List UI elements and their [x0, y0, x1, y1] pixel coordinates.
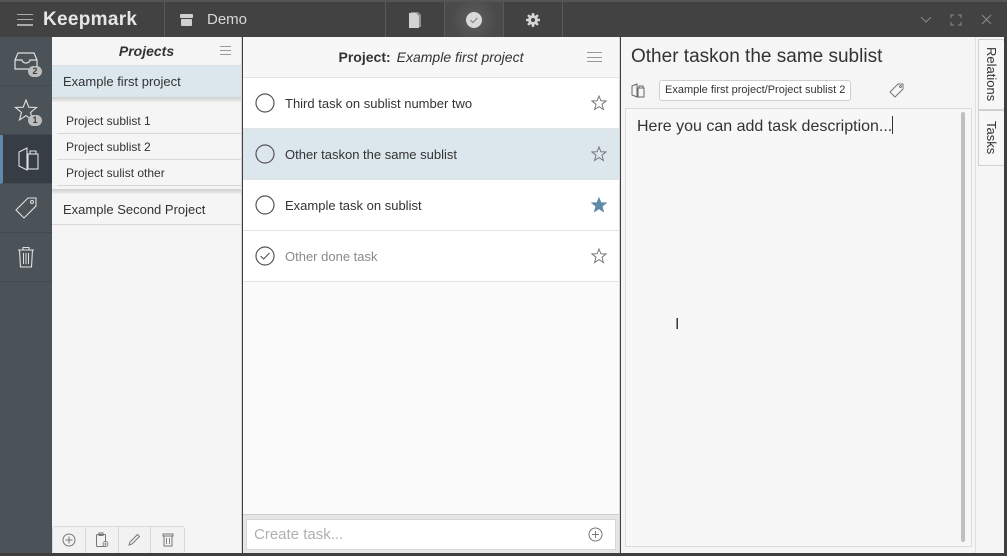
tab-side-tasks[interactable]: Tasks [978, 110, 1005, 166]
project-header-label: Project: [338, 49, 391, 65]
project-label: Example Second Project [63, 201, 206, 217]
tag-icon[interactable] [889, 83, 904, 98]
tab-side-tasks-label: Tasks [984, 121, 999, 155]
maximize-icon [950, 14, 962, 25]
projects-panel: Projects Example first project Project s… [52, 37, 242, 556]
database-selector[interactable]: Demo [165, 2, 386, 37]
add-task-icon[interactable] [588, 527, 603, 542]
task-row[interactable]: Third task on sublist number two [243, 78, 619, 129]
create-task-bar [243, 514, 619, 556]
navigation-sidebar: 2 1 [0, 37, 52, 556]
sidebar-item-tags[interactable] [0, 184, 52, 233]
plus-circle-icon [62, 533, 76, 547]
task-text: Example task on sublist [285, 197, 422, 213]
tab-tasks[interactable] [445, 2, 504, 37]
tasks-header: Project: Example first project [243, 37, 619, 78]
task-detail-panel: Other taskon the same sublist Example fi… [621, 37, 975, 556]
task-row[interactable]: Example task on sublist [243, 180, 619, 231]
tab-notes[interactable] [386, 2, 445, 37]
sublist-item[interactable]: Project sublist 1 [57, 108, 241, 134]
sublist-item[interactable]: Project sulist other [57, 160, 241, 186]
database-name: Demo [207, 11, 248, 28]
project-label: Example first project [63, 74, 181, 89]
side-tabs: Relations Tasks [975, 37, 1005, 556]
sublist-list: Project sublist 1 Project sublist 2 Proj… [52, 102, 241, 189]
gear-icon [526, 12, 540, 27]
create-task-field [246, 519, 616, 550]
tab-relations[interactable]: Relations [978, 39, 1005, 110]
notes-icon [409, 11, 421, 28]
delete-project-button[interactable] [151, 527, 184, 553]
tasks-menu-icon[interactable] [587, 52, 602, 62]
task-row[interactable]: Other done task [243, 231, 619, 282]
app-header: Keepmark [0, 2, 165, 37]
project-header-value: Example first project [396, 49, 524, 65]
add-project-button[interactable] [53, 527, 86, 553]
task-description-text[interactable]: Here you can add task description... [626, 109, 971, 143]
sublist-label: Project sublist 2 [66, 139, 151, 154]
task-checkbox-icon[interactable] [255, 144, 275, 164]
app-title: Keepmark [43, 8, 138, 30]
title-bar: Keepmark Demo [0, 0, 1007, 37]
sublist-label: Project sublist 1 [66, 113, 151, 128]
tab-relations-label: Relations [984, 47, 999, 102]
trash-icon [162, 533, 174, 547]
project-item[interactable]: Example first project [52, 66, 241, 97]
sublist-item[interactable]: Project sublist 2 [57, 134, 241, 160]
star-outline-icon[interactable] [591, 95, 607, 111]
projects-icon [17, 147, 39, 171]
tag-icon [15, 197, 37, 219]
star-outline-icon[interactable] [591, 248, 607, 264]
task-detail-title[interactable]: Other taskon the same sublist [631, 46, 882, 68]
create-task-input[interactable] [247, 526, 588, 543]
sidebar-item-inbox[interactable]: 2 [0, 37, 52, 86]
sidebar-item-trash[interactable] [0, 233, 52, 282]
check-circle-icon [466, 11, 482, 28]
minimize-button[interactable] [911, 2, 941, 37]
task-detail-meta: Example first project/Project sublist 2 [631, 79, 971, 101]
task-text: Third task on sublist number two [285, 95, 473, 111]
project-path-chip[interactable]: Example first project/Project sublist 2 [659, 79, 852, 101]
task-row[interactable]: Other taskon the same sublist [243, 129, 619, 180]
trash-icon [18, 246, 34, 268]
hamburger-menu-icon[interactable] [17, 13, 33, 26]
close-icon [981, 14, 991, 25]
inbox-count-badge: 2 [28, 66, 42, 77]
sidebar-item-starred[interactable]: 1 [0, 86, 52, 135]
description-scrollbar[interactable] [961, 112, 965, 542]
project-path-icon[interactable] [631, 82, 645, 98]
pencil-icon [128, 533, 141, 546]
task-text: Other done task [285, 248, 378, 264]
text-cursor-icon: I [675, 316, 680, 333]
task-description-editor[interactable]: Here you can add task description... I [625, 108, 972, 547]
projects-toolbar [52, 526, 185, 554]
projects-header: Projects [52, 37, 241, 66]
task-description-value: Here you can add task description... [637, 118, 893, 135]
sidebar-item-projects[interactable] [0, 135, 52, 184]
tab-settings[interactable] [504, 2, 563, 37]
minimize-icon [920, 16, 932, 23]
archive-box-icon [180, 13, 193, 26]
clipboard-add-icon [95, 532, 109, 547]
tasks-panel: Project: Example first project Third tas… [243, 37, 620, 556]
sublist-label: Project sulist other [66, 165, 165, 180]
task-checkbox-icon[interactable] [255, 195, 275, 215]
maximize-button[interactable] [941, 2, 971, 37]
task-done-checkbox-icon[interactable] [255, 246, 275, 266]
projects-title: Projects [118, 43, 175, 59]
project-item[interactable]: Example Second Project [52, 194, 241, 225]
task-checkbox-icon[interactable] [255, 93, 275, 113]
close-button[interactable] [971, 2, 1001, 37]
projects-menu-icon[interactable] [220, 46, 231, 55]
add-sublist-button[interactable] [86, 527, 119, 553]
starred-count-badge: 1 [28, 115, 42, 126]
edit-project-button[interactable] [119, 527, 152, 553]
star-filled-icon[interactable] [591, 197, 607, 213]
text-caret [892, 116, 894, 134]
task-text: Other taskon the same sublist [285, 146, 457, 162]
star-outline-icon[interactable] [591, 146, 607, 162]
